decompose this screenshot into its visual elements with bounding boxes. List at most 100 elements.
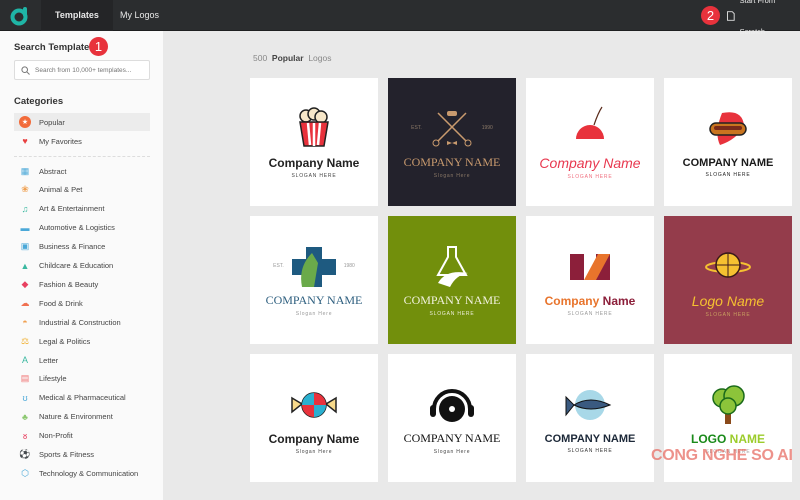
category-nature-environment[interactable]: ♣ Nature & Environment — [14, 408, 150, 426]
step-badge-1: 1 — [89, 37, 108, 56]
watermark: CONG NGHE SO AI — [651, 447, 793, 464]
category-label: Nature & Environment — [39, 412, 113, 422]
category-label: Business & Finance — [39, 242, 106, 252]
company-name-second: Name — [602, 293, 636, 308]
category-non-profit[interactable]: ᴕ Non-Profit — [14, 427, 150, 445]
category-business-finance[interactable]: ▣ Business & Finance — [14, 238, 150, 256]
app-logo-icon[interactable] — [10, 6, 30, 26]
category-popular[interactable]: ★ Popular — [14, 113, 150, 131]
category-abstract[interactable]: ▦ Abstract — [14, 162, 150, 180]
search-templates-heading: Search Templates — [14, 42, 95, 53]
category-label: Non-Profit — [39, 431, 73, 441]
category-automotive-logistics[interactable]: ▬ Automotive & Logistics — [14, 219, 150, 237]
tuna-fish-icon — [565, 389, 612, 420]
logo-template-card[interactable]: Company Name Slogan Here — [250, 354, 378, 482]
ribbon-icon: ᴕ — [22, 430, 28, 441]
est-label: EST. — [273, 263, 284, 269]
count-number: 500 — [253, 53, 268, 63]
slogan: SLOGAN HERE — [705, 311, 751, 318]
star-icon: ★ — [19, 116, 31, 128]
category-legal-politics[interactable]: ⚖ Legal & Politics — [14, 332, 150, 350]
company-name: Logo Name — [691, 292, 765, 309]
category-art-entertainment[interactable]: ♫ Art & Entertainment — [14, 200, 150, 218]
company-name-first: Company — [544, 293, 603, 308]
logo-template-card[interactable]: COMPANY NAME SLOGAN HERE — [664, 78, 792, 206]
category-food-drink[interactable]: ☁ Food & Drink — [14, 294, 150, 312]
category-childcare-education[interactable]: ▲ Childcare & Education — [14, 257, 150, 275]
car-icon: ▬ — [20, 222, 30, 233]
tab-my-logos[interactable]: My Logos — [106, 0, 173, 31]
logo-template-card[interactable]: EST. 1990 COMPANY NAME Slogan Here — [388, 78, 516, 206]
graduation-cap-icon: ▲ — [20, 260, 30, 271]
divider — [14, 156, 150, 157]
tree-icon: ♣ — [22, 411, 28, 422]
hotdog-icon — [709, 111, 747, 145]
count-category: Popular — [271, 53, 304, 63]
category-label: Fashion & Beauty — [39, 279, 99, 289]
category-label: Popular — [39, 117, 65, 127]
logo-template-card[interactable]: EST. 1980 COMPANY NAME Slogan Here — [250, 216, 378, 344]
start-from-scratch-label: Start From Scratch — [739, 0, 776, 36]
paw-icon: ❀ — [21, 184, 29, 195]
film-strip-icon — [570, 253, 610, 280]
category-medical-pharmaceutical[interactable]: ʊ Medical & Pharmaceutical — [14, 389, 150, 407]
gift-icon: ▤ — [20, 373, 30, 384]
scales-icon: ⚖ — [20, 335, 30, 346]
category-lifestyle[interactable]: ▤ Lifestyle — [14, 370, 150, 388]
categories-heading: Categories — [14, 96, 64, 107]
tree-icon — [712, 384, 745, 424]
company-name: COMPANY NAME — [403, 431, 501, 445]
logo-template-card[interactable]: Company Name SLOGAN HERE — [250, 78, 378, 206]
letter-a-icon: A — [21, 355, 28, 365]
category-label: My Favorites — [39, 136, 82, 146]
cherry-icon — [576, 106, 604, 139]
category-industrial-construction[interactable]: ◓ Industrial & Construction — [14, 313, 150, 331]
slogan: SLOGAN HERE — [567, 310, 613, 317]
category-label: Art & Entertainment — [39, 204, 105, 214]
top-navbar: Templates My Logos 2 Start From Scratch — [0, 0, 800, 36]
sidebar: Search Templates 1 Categories ★ Popular ♥ M… — [0, 31, 163, 500]
abstract-icon: ▦ — [20, 165, 30, 176]
slogan: SLOGAN HERE — [567, 447, 613, 454]
heart-icon: ♥ — [22, 136, 28, 146]
logo-template-card[interactable]: COMPANY NAME SLOGAN HERE — [388, 216, 516, 344]
search-input[interactable] — [35, 66, 145, 74]
company-name: COMPANY NAME — [403, 155, 501, 169]
slogan: Slogan Here — [295, 448, 333, 455]
basketball-planet-icon — [705, 251, 751, 278]
logo-template-card[interactable]: COMPANY NAME Slogan Here — [388, 354, 516, 482]
category-letter[interactable]: A Letter — [14, 351, 150, 369]
category-label: Childcare & Education — [39, 261, 114, 270]
category-label: Sports & Fitness — [39, 450, 95, 459]
category-label: Lifestyle — [39, 374, 67, 384]
soccer-ball-icon: ⚽ — [19, 449, 31, 459]
hard-hat-icon: ◓ — [22, 317, 28, 328]
scissors-icon — [432, 111, 472, 147]
category-technology-communication[interactable]: ⬡ Technology & Communication — [14, 464, 150, 482]
category-sports-fitness[interactable]: ⚽ Sports & Fitness — [14, 446, 150, 464]
tab-templates[interactable]: Templates — [41, 0, 113, 31]
logo-template-card[interactable]: Logo Name SLOGAN HERE — [664, 216, 792, 344]
start-from-scratch-button[interactable]: Start From Scratch — [727, 0, 800, 36]
category-fashion-beauty[interactable]: ◆ Fashion & Beauty — [14, 275, 150, 293]
chef-hat-icon: ☁ — [20, 297, 30, 308]
logo-template-card[interactable]: Company Name SLOGAN HERE — [526, 78, 654, 206]
category-animal-pet[interactable]: ❀ Animal & Pet — [14, 181, 150, 199]
candy-icon — [291, 391, 337, 418]
category-label: Abstract — [39, 166, 67, 176]
company-name: Company Name — [268, 431, 360, 446]
category-my-favorites[interactable]: ♥ My Favorites — [14, 132, 150, 150]
company-name: COMPANY NAME — [544, 432, 636, 445]
year-label: 1980 — [343, 263, 355, 269]
pet-cross-icon — [291, 247, 336, 287]
slogan: SLOGAN HERE — [567, 173, 613, 180]
search-box[interactable] — [14, 60, 150, 80]
company-name: COMPANY NAME — [682, 156, 774, 169]
slogan: Slogan Here — [433, 173, 471, 179]
est-label: EST. — [411, 125, 422, 131]
search-icon — [21, 65, 30, 75]
category-label: Industrial & Construction — [39, 317, 121, 327]
category-label: Legal & Politics — [39, 336, 91, 346]
logo-template-card[interactable]: COMPANY NAME SLOGAN HERE — [526, 354, 654, 482]
logo-template-card[interactable]: Company Name SLOGAN HERE — [526, 216, 654, 344]
